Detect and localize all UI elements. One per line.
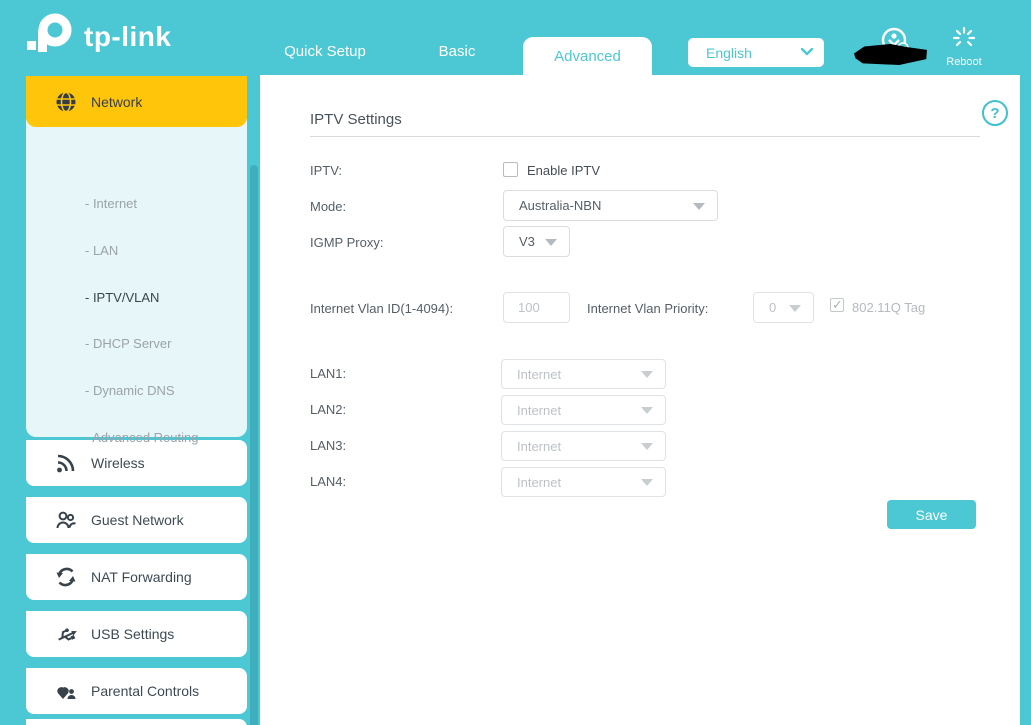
802-11q-tag-checkbox[interactable] bbox=[830, 298, 844, 312]
main-content: IPTV Settings ? IPTV: Enable IPTV Mode: … bbox=[260, 75, 1020, 725]
tp-link-logo-icon bbox=[24, 11, 76, 63]
sidebar-subitem-dynamic-dns[interactable]: - Dynamic DNS bbox=[85, 383, 175, 398]
sidebar-item-network[interactable]: Network bbox=[26, 76, 247, 127]
lan4-value: Internet bbox=[517, 475, 561, 490]
tab-advanced-label: Advanced bbox=[554, 48, 621, 65]
mode-select[interactable]: Australia-NBN bbox=[503, 190, 718, 221]
dropdown-arrow-icon bbox=[641, 479, 653, 486]
igmp-proxy-select[interactable]: V3 bbox=[503, 226, 570, 257]
sidebar-item-label: NAT Forwarding bbox=[91, 569, 192, 585]
dropdown-arrow-icon bbox=[641, 407, 653, 414]
vlan-priority-select[interactable]: 0 bbox=[753, 292, 814, 323]
sidebar-item-parental-controls[interactable]: Parental Controls bbox=[26, 668, 247, 714]
tab-advanced[interactable]: Advanced bbox=[523, 37, 652, 75]
chevron-down-icon bbox=[801, 48, 813, 56]
enable-iptv-checkbox[interactable] bbox=[503, 162, 518, 177]
globe-icon bbox=[55, 91, 77, 113]
lan1-value: Internet bbox=[517, 367, 561, 382]
mode-value: Australia-NBN bbox=[519, 198, 601, 213]
vlan-id-input[interactable] bbox=[503, 292, 570, 323]
sidebar-item-nat-forwarding[interactable]: NAT Forwarding bbox=[26, 554, 247, 600]
dropdown-arrow-icon bbox=[545, 239, 557, 246]
title-divider bbox=[310, 136, 980, 137]
lan2-select[interactable]: Internet bbox=[501, 395, 666, 425]
sidebar-subitem-dhcp-server[interactable]: - DHCP Server bbox=[85, 336, 171, 351]
router-admin-app: tp-link Quick Setup Basic Advanced Engli… bbox=[0, 0, 1031, 725]
nat-forwarding-icon bbox=[55, 566, 77, 588]
sidebar-item-label: USB Settings bbox=[91, 626, 174, 642]
vlan-id-label: Internet Vlan ID(1-4094): bbox=[310, 301, 453, 316]
lan4-select[interactable]: Internet bbox=[501, 467, 666, 497]
enable-iptv-label: Enable IPTV bbox=[527, 163, 600, 178]
lan1-select[interactable]: Internet bbox=[501, 359, 666, 389]
wifi-icon bbox=[55, 452, 77, 474]
language-select[interactable]: English bbox=[688, 38, 824, 67]
page-title: IPTV Settings bbox=[310, 111, 402, 128]
sidebar-item-label: Wireless bbox=[91, 455, 145, 471]
network-submenu: - Internet - LAN - IPTV/VLAN - DHCP Serv… bbox=[26, 119, 247, 437]
sidebar-item-label: Network bbox=[91, 94, 142, 110]
dropdown-arrow-icon bbox=[789, 305, 801, 312]
sidebar-subitem-advanced-routing[interactable]: - Advanced Routing bbox=[85, 430, 198, 445]
reboot-icon bbox=[953, 27, 975, 49]
dropdown-arrow-icon bbox=[641, 443, 653, 450]
sidebar-item-usb-settings[interactable]: USB Settings bbox=[26, 611, 247, 657]
mode-label: Mode: bbox=[310, 199, 346, 214]
sidebar-item-partial[interactable] bbox=[26, 719, 247, 725]
tp-link-logo: tp-link bbox=[24, 11, 172, 63]
redacted-device-name bbox=[854, 44, 927, 65]
lan2-label: LAN2: bbox=[310, 402, 346, 417]
sidebar-item-label: Guest Network bbox=[91, 512, 184, 528]
sidebar-subitem-iptv-vlan[interactable]: - IPTV/VLAN bbox=[85, 290, 159, 305]
tab-quick-setup[interactable]: Quick Setup bbox=[284, 43, 366, 60]
vlan-priority-value: 0 bbox=[769, 300, 776, 315]
sidebar-item-wireless[interactable]: Wireless bbox=[26, 440, 247, 486]
sidebar-item-label: Parental Controls bbox=[91, 683, 199, 699]
question-mark-icon[interactable]: ? bbox=[982, 100, 1008, 126]
lan3-select[interactable]: Internet bbox=[501, 431, 666, 461]
sidebar-subitem-internet[interactable]: - Internet bbox=[85, 196, 137, 211]
iptv-label: IPTV: bbox=[310, 163, 342, 178]
lan2-value: Internet bbox=[517, 403, 561, 418]
reboot-button[interactable]: Reboot bbox=[941, 27, 987, 68]
logo-text: tp-link bbox=[84, 21, 172, 53]
lan4-label: LAN4: bbox=[310, 474, 346, 489]
usb-icon bbox=[55, 623, 77, 645]
igmp-proxy-label: IGMP Proxy: bbox=[310, 235, 383, 250]
lan1-label: LAN1: bbox=[310, 366, 346, 381]
dropdown-arrow-icon bbox=[641, 371, 653, 378]
sidebar-item-guest-network[interactable]: Guest Network bbox=[26, 497, 247, 543]
sidebar: Network - Internet - LAN - IPTV/VLAN - D… bbox=[26, 76, 247, 437]
vlan-priority-label: Internet Vlan Priority: bbox=[587, 301, 708, 316]
parental-controls-icon bbox=[55, 680, 77, 702]
lan3-value: Internet bbox=[517, 439, 561, 454]
reboot-label: Reboot bbox=[941, 56, 987, 68]
language-value: English bbox=[706, 45, 752, 61]
802-11q-tag-label: 802.11Q Tag bbox=[852, 300, 925, 315]
sidebar-subitem-lan[interactable]: - LAN bbox=[85, 243, 118, 258]
save-button[interactable]: Save bbox=[887, 500, 976, 529]
igmp-proxy-value: V3 bbox=[519, 234, 535, 249]
guest-network-icon bbox=[55, 509, 77, 531]
tab-basic[interactable]: Basic bbox=[439, 43, 476, 60]
sidebar-scrollbar-thumb[interactable] bbox=[250, 165, 258, 725]
dropdown-arrow-icon bbox=[693, 203, 705, 210]
lan3-label: LAN3: bbox=[310, 438, 346, 453]
